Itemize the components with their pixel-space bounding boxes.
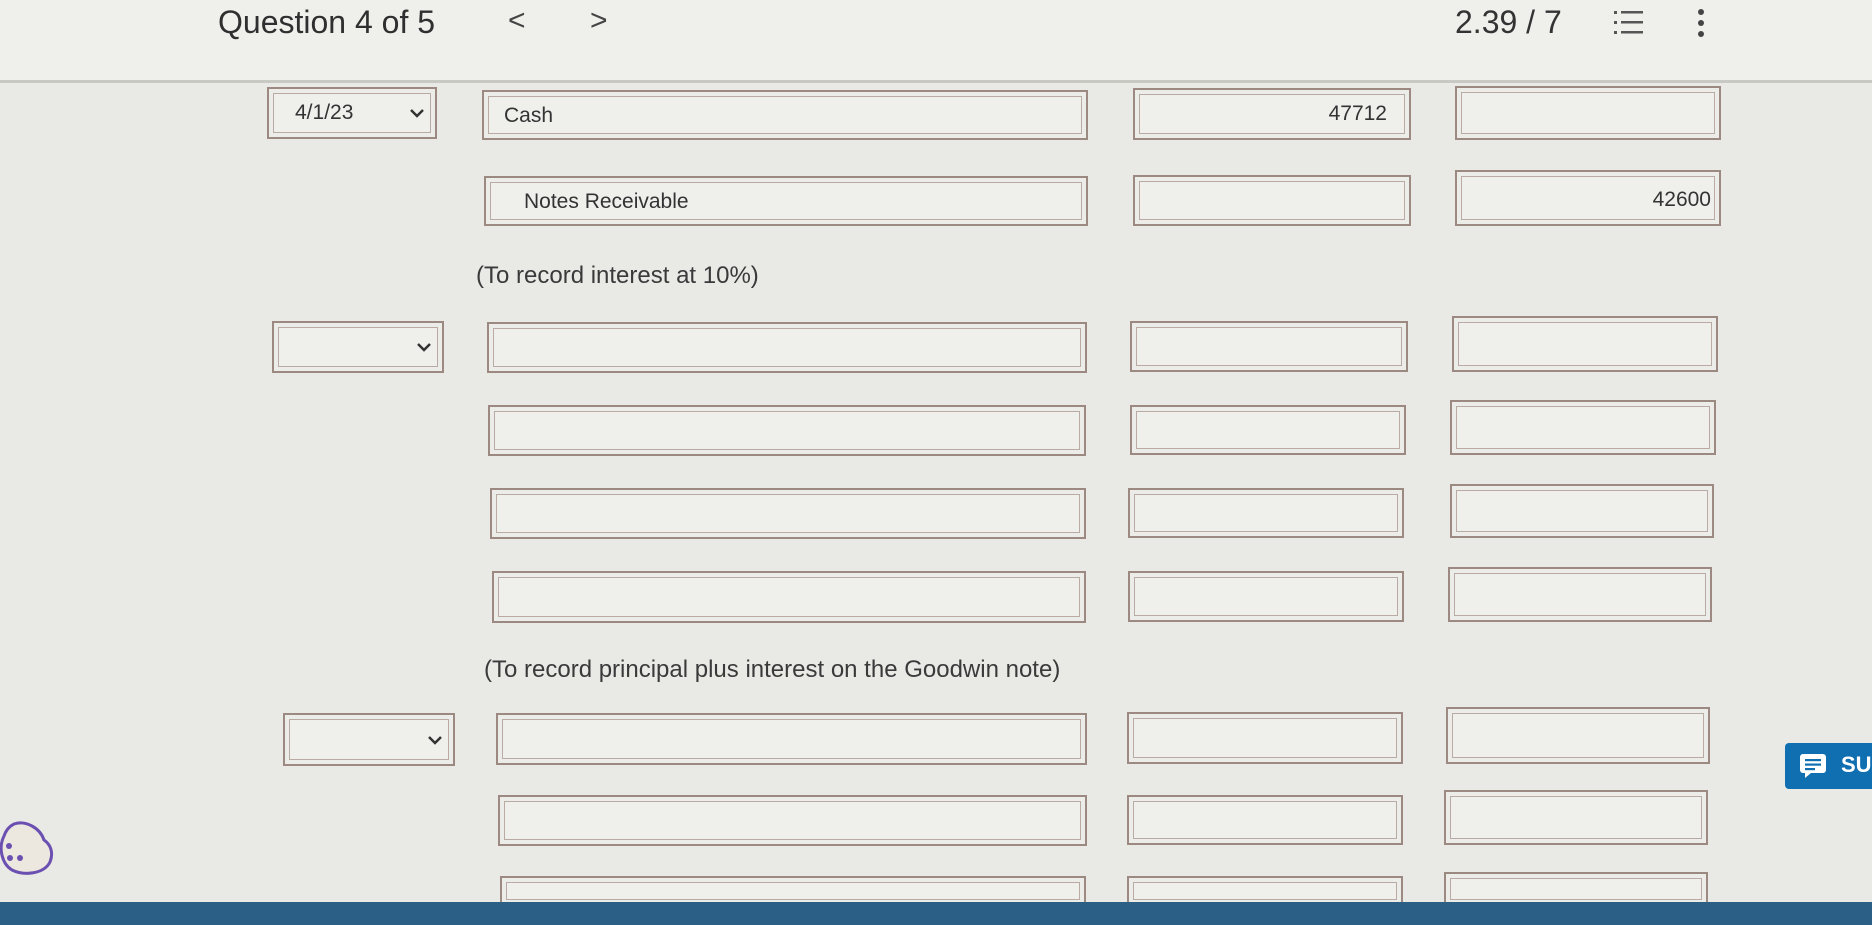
previous-question-button[interactable]: < bbox=[508, 4, 526, 38]
account-input-frame bbox=[502, 719, 1081, 759]
account-input[interactable]: Notes Receivable bbox=[484, 176, 1088, 226]
credit-input[interactable] bbox=[1455, 86, 1721, 140]
next-question-button[interactable]: > bbox=[590, 4, 608, 38]
chevron-down-icon bbox=[417, 343, 431, 352]
debit-input[interactable] bbox=[1128, 488, 1404, 538]
credit-input[interactable] bbox=[1450, 484, 1714, 538]
credit-input-frame bbox=[1456, 490, 1708, 532]
credit-input-frame bbox=[1456, 406, 1710, 449]
account-input-frame bbox=[496, 494, 1080, 533]
cookie-icon[interactable] bbox=[0, 818, 54, 876]
debit-input[interactable] bbox=[1133, 175, 1411, 226]
chevron-down-icon bbox=[428, 735, 442, 745]
debit-input-frame bbox=[1134, 577, 1398, 616]
account-input-frame bbox=[494, 411, 1080, 450]
account-input-value: Cash bbox=[504, 104, 554, 127]
debit-input-frame bbox=[1136, 411, 1400, 449]
credit-input-frame bbox=[1452, 713, 1704, 758]
account-input[interactable]: Cash bbox=[482, 90, 1088, 140]
question-header: Question 4 of 5 < > 2.39 / 7 bbox=[0, 0, 1872, 83]
account-input[interactable] bbox=[498, 795, 1087, 846]
date-select[interactable]: 4/1/23 bbox=[267, 87, 437, 139]
credit-input[interactable] bbox=[1446, 707, 1710, 764]
credit-input[interactable] bbox=[1444, 790, 1708, 845]
chevron-down-icon bbox=[410, 109, 424, 118]
credit-input[interactable] bbox=[1444, 872, 1708, 906]
credit-input[interactable] bbox=[1448, 567, 1712, 622]
credit-input-frame bbox=[1454, 573, 1706, 616]
account-input-frame bbox=[504, 801, 1081, 840]
debit-input-frame bbox=[1133, 718, 1397, 758]
account-input-frame bbox=[498, 577, 1080, 617]
account-input-frame bbox=[506, 882, 1080, 900]
debit-input[interactable] bbox=[1128, 571, 1404, 622]
message-icon bbox=[1800, 754, 1826, 778]
date-select-value: 4/1/23 bbox=[295, 101, 354, 124]
date-select[interactable] bbox=[272, 321, 444, 373]
debit-input[interactable]: 47712 bbox=[1133, 88, 1411, 140]
score-display: 2.39 / 7 bbox=[1455, 4, 1562, 40]
credit-input[interactable] bbox=[1452, 316, 1718, 372]
account-input-value: Notes Receivable bbox=[524, 190, 689, 213]
debit-input-frame bbox=[1133, 801, 1397, 839]
credit-input[interactable] bbox=[1450, 400, 1716, 455]
account-input-frame bbox=[488, 96, 1082, 134]
debit-input[interactable] bbox=[1130, 321, 1408, 372]
debit-input-value: 47712 bbox=[1328, 102, 1387, 125]
account-input[interactable] bbox=[490, 488, 1086, 539]
credit-input-frame bbox=[1450, 878, 1702, 900]
debit-input-frame bbox=[1134, 494, 1398, 532]
account-input[interactable] bbox=[492, 571, 1086, 623]
debit-input[interactable] bbox=[1127, 795, 1403, 845]
entry-explanation: (To record principal plus interest on th… bbox=[484, 656, 1061, 683]
account-input[interactable] bbox=[488, 405, 1086, 456]
date-select[interactable] bbox=[283, 713, 455, 766]
credit-input[interactable]: 42600 bbox=[1455, 170, 1721, 226]
debit-input-frame bbox=[1139, 181, 1405, 220]
credit-input-value: 42600 bbox=[1652, 188, 1711, 211]
credit-input-frame bbox=[1458, 322, 1712, 366]
entry-explanation: (To record interest at 10%) bbox=[476, 262, 759, 289]
debit-input-frame bbox=[1133, 882, 1397, 900]
account-input[interactable] bbox=[487, 322, 1087, 373]
date-select-frame bbox=[289, 719, 449, 760]
credit-input-frame bbox=[1450, 796, 1702, 839]
question-counter: Question 4 of 5 bbox=[218, 4, 436, 40]
debit-input-frame bbox=[1136, 327, 1402, 366]
support-button[interactable]: SU bbox=[1785, 743, 1872, 789]
credit-input-frame bbox=[1461, 92, 1715, 134]
debit-input[interactable] bbox=[1130, 405, 1406, 455]
debit-input[interactable] bbox=[1127, 712, 1403, 764]
account-input-frame bbox=[493, 328, 1081, 367]
date-select-frame bbox=[278, 327, 438, 367]
question-list-icon[interactable] bbox=[1614, 8, 1644, 38]
account-input[interactable] bbox=[496, 713, 1087, 765]
more-options-icon[interactable] bbox=[1695, 8, 1707, 38]
support-button-label: SU bbox=[1841, 752, 1872, 777]
taskbar bbox=[0, 902, 1872, 925]
